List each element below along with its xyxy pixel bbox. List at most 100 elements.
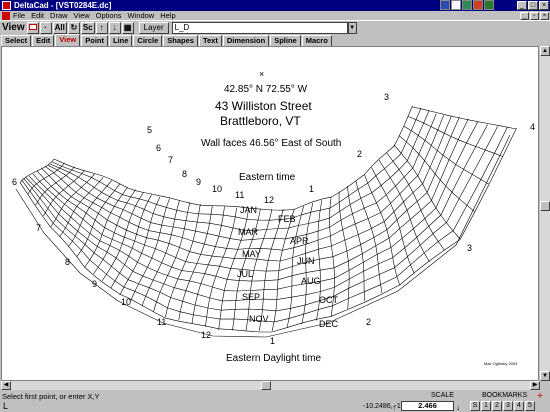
doc-close-button[interactable]: × — [540, 11, 549, 20]
bookmark-4-button[interactable]: 4 — [514, 401, 524, 411]
maximize-button[interactable]: □ — [528, 1, 538, 10]
hour-line — [403, 125, 489, 185]
menu-bar: File Edit Draw View Options Window Help … — [0, 11, 550, 20]
hour-label: 9 — [92, 279, 98, 289]
redraw-button[interactable]: ↻ — [67, 21, 80, 34]
sundial-drawing — [15, 105, 517, 338]
hour-label: 1 — [270, 336, 276, 346]
tab-macro[interactable]: Macro — [301, 35, 332, 46]
arrow-down-icon: ↓ — [112, 22, 117, 32]
tab-edit[interactable]: Edit — [32, 35, 55, 46]
layer-button[interactable]: Layer — [138, 21, 169, 34]
grid-icon: ▦ — [123, 22, 132, 32]
tab-view[interactable]: View — [55, 34, 81, 46]
hour-line — [84, 186, 129, 268]
bookmark-1-button[interactable]: 1 — [481, 401, 491, 411]
bookmark-5-button[interactable]: 5 — [525, 401, 535, 411]
hour-label: 2 — [366, 317, 372, 327]
month-label: DEC — [319, 319, 339, 329]
hour-label: 3 — [467, 243, 473, 253]
arrow-up-icon: ↑ — [392, 403, 396, 412]
menu-options[interactable]: Options — [96, 11, 122, 20]
cursor-indicator: L — [3, 401, 9, 411]
tab-select[interactable]: Select — [1, 35, 32, 46]
zoom-scale-button[interactable]: Sc — [80, 21, 95, 34]
menu-edit[interactable]: Edit — [31, 11, 44, 20]
scroll-up-button[interactable]: ▲ — [540, 46, 550, 56]
app-tray-icon[interactable] — [462, 0, 472, 10]
horizontal-scrollbar[interactable]: ◀ ▶ — [1, 381, 540, 390]
zoom-window-button[interactable] — [26, 21, 39, 34]
menu-draw[interactable]: Draw — [50, 11, 68, 20]
city-text: Brattleboro, VT — [220, 114, 301, 128]
scale-down-button[interactable]: ↓ — [456, 401, 464, 412]
app-tray-icon[interactable] — [484, 0, 494, 10]
menu-file[interactable]: File — [13, 11, 25, 20]
scale-value[interactable]: 2.466 — [401, 401, 454, 411]
vertical-scroll-thumb[interactable] — [540, 201, 550, 211]
horizontal-scroll-thumb[interactable] — [261, 381, 271, 390]
tab-line[interactable]: Line — [109, 35, 133, 46]
bookmark-3-button[interactable]: 3 — [503, 401, 513, 411]
hour-line — [76, 183, 121, 258]
month-label: MAR — [238, 227, 258, 237]
zoom-in-button[interactable]: ↑ — [95, 21, 108, 34]
month-label: JAN — [240, 205, 258, 215]
document-controls: _ ▫ × — [520, 11, 550, 20]
bookmark-set-button[interactable]: S — [470, 401, 480, 411]
zoom-point-button[interactable]: · — [39, 21, 52, 34]
drawing-canvas[interactable]: × 42.85° N 72.55° W 43 Williston Street … — [1, 46, 539, 381]
wall-orientation-text: Wall faces 46.56° East of South — [201, 138, 342, 149]
month-label: FEB — [278, 214, 296, 224]
tab-spline[interactable]: Spline — [270, 35, 301, 46]
app-icon[interactable] — [2, 1, 11, 10]
hour-label: 6 — [156, 143, 162, 153]
hour-label: 8 — [182, 169, 188, 179]
month-label: SEP — [242, 292, 261, 302]
chevron-down-icon: ▼ — [349, 24, 356, 31]
hour-line — [355, 180, 383, 294]
zoom-all-button[interactable]: All — [52, 21, 67, 34]
close-button[interactable]: × — [539, 1, 549, 10]
date-line — [19, 127, 517, 333]
layer-select[interactable]: L_D — [171, 21, 348, 34]
menu-window[interactable]: Window — [128, 11, 155, 20]
tab-dimension[interactable]: Dimension — [222, 35, 270, 46]
layer-dropdown-button[interactable]: ▼ — [347, 21, 357, 34]
menu-help[interactable]: Help — [160, 11, 175, 20]
street-text: 43 Williston Street — [215, 99, 312, 113]
hour-line — [408, 116, 503, 157]
tab-shapes[interactable]: Shapes — [163, 35, 198, 46]
scroll-right-button[interactable]: ▶ — [530, 381, 540, 390]
tab-text[interactable]: Text — [198, 35, 222, 46]
doc-minimize-button[interactable]: _ — [520, 11, 529, 20]
scale-up-button[interactable]: ↑ — [392, 401, 400, 412]
hour-line — [67, 180, 112, 248]
scroll-left-button[interactable]: ◀ — [1, 381, 11, 390]
vertical-scrollbar[interactable]: ▲ ▼ — [540, 46, 550, 381]
hour-label: 7 — [36, 223, 42, 233]
latlon-text: 42.85° N 72.55° W — [224, 84, 308, 95]
app-tray-icon[interactable] — [473, 0, 483, 10]
paint-icon[interactable] — [451, 0, 461, 10]
command-prompt: Select first point, or enter X,Y — [2, 392, 100, 401]
grid-button[interactable]: ▦ — [121, 21, 134, 34]
tab-circle[interactable]: Circle — [133, 35, 163, 46]
hour-label: 11 — [235, 190, 245, 200]
scroll-down-button[interactable]: ▼ — [540, 371, 550, 381]
toolbar-mode-label: View — [2, 22, 25, 33]
minimize-button[interactable]: _ — [517, 1, 527, 10]
word-icon[interactable] — [440, 0, 450, 10]
month-label: JUL — [237, 269, 254, 279]
tab-point[interactable]: Point — [81, 35, 108, 46]
hour-line — [205, 207, 237, 327]
menu-view[interactable]: View — [74, 11, 90, 20]
zoom-window-icon — [28, 23, 37, 30]
taskbar-tray — [439, 0, 494, 11]
doc-restore-button[interactable]: ▫ — [530, 11, 539, 20]
bookmark-2-button[interactable]: 2 — [492, 401, 502, 411]
document-icon[interactable] — [2, 11, 10, 20]
hour-label: 5 — [147, 125, 153, 135]
arrow-down-icon: ↓ — [456, 403, 460, 412]
zoom-out-button[interactable]: ↓ — [108, 21, 121, 34]
